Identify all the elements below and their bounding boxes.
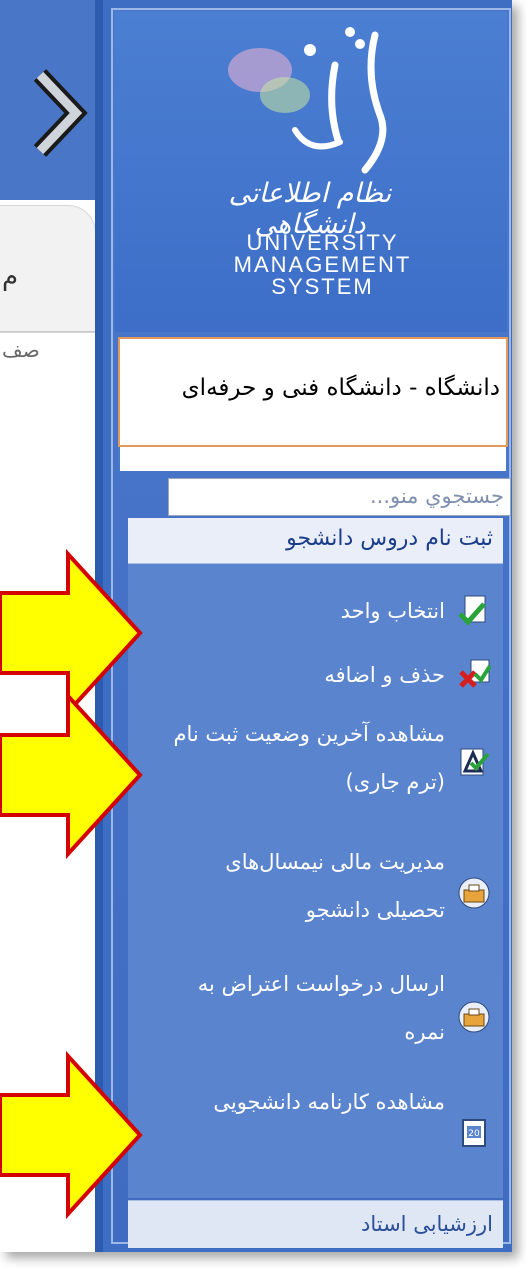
collapse-sidebar-button[interactable]: [30, 45, 88, 180]
grade-objection-icon: [458, 1001, 490, 1033]
menu-item-label: انتخاب واحد: [340, 599, 445, 623]
menu-item-label: مدیریت مالی نیمسال‌های تحصیلی دانشجو: [225, 850, 445, 922]
finance-icon: [458, 877, 490, 909]
menu-group-title: ثبت نام دروس دانشجو: [286, 526, 493, 551]
nad-logo-icon: [228, 27, 387, 174]
menu-item-registration-status[interactable]: مشاهده آخرین وضعیت ثبت نام (ترم جاری): [128, 710, 503, 810]
page-label: صف: [2, 338, 40, 362]
menu-item-label: مشاهده کارنامه دانشجویی: [213, 1090, 445, 1114]
menu-search-input[interactable]: جستجوي منو...: [168, 478, 511, 516]
menu-group-registration[interactable]: ثبت نام دروس دانشجو: [128, 518, 503, 564]
app-window: م صف نظام اطلاعاتی دانشگاهی UNIVERSITY M…: [0, 0, 512, 1252]
menu-item-label: حذف و اضافه: [324, 663, 445, 687]
logo-en-line: SYSTEM: [271, 274, 374, 299]
university-box-footer: [118, 447, 508, 471]
logo-en-line: UNIVERSITY: [246, 230, 399, 255]
annotation-arrow-icon: [0, 690, 143, 860]
menu-item-finance[interactable]: مدیریت مالی نیمسال‌های تحصیلی دانشجو: [128, 838, 503, 938]
university-name-box: دانشگاه - دانشگاه فنی و حرفه‌ای: [118, 337, 508, 447]
transcript-icon: 20: [462, 1119, 486, 1147]
menu-item-select-units[interactable]: انتخاب واحد: [128, 588, 503, 634]
logo-en-line: MANAGEMENT: [233, 252, 412, 277]
chevron-right-icon: [33, 69, 88, 157]
tab-label: م: [2, 262, 19, 292]
search-placeholder: جستجوي منو...: [369, 484, 504, 508]
divider: [0, 331, 95, 332]
menu-group-teacher-evaluation[interactable]: ارزشیابی استاد: [128, 1200, 503, 1248]
university-name: دانشگاه - دانشگاه فنی و حرفه‌ای: [181, 375, 500, 401]
menu-item-label: مشاهده آخرین وضعیت ثبت نام (ترم جاری): [173, 722, 445, 794]
annotation-arrow-icon: [0, 1050, 143, 1220]
logo-english: UNIVERSITY MANAGEMENT SYSTEM: [200, 232, 445, 298]
add-drop-icon: [459, 659, 491, 688]
menu-group-title: ارزشیابی استاد: [361, 1212, 493, 1236]
menu-item-transcript[interactable]: 20 مشاهده کارنامه دانشجویی: [128, 1078, 503, 1178]
menu-item-add-drop[interactable]: حذف و اضافه: [128, 652, 503, 698]
menu-item-grade-objection[interactable]: ارسال درخواست اعتراض به نمره: [128, 960, 503, 1060]
svg-text:20: 20: [468, 1129, 480, 1139]
menu-item-label: ارسال درخواست اعتراض به نمره: [197, 972, 445, 1044]
registration-status-icon: [460, 748, 490, 776]
select-units-icon: [458, 595, 486, 626]
